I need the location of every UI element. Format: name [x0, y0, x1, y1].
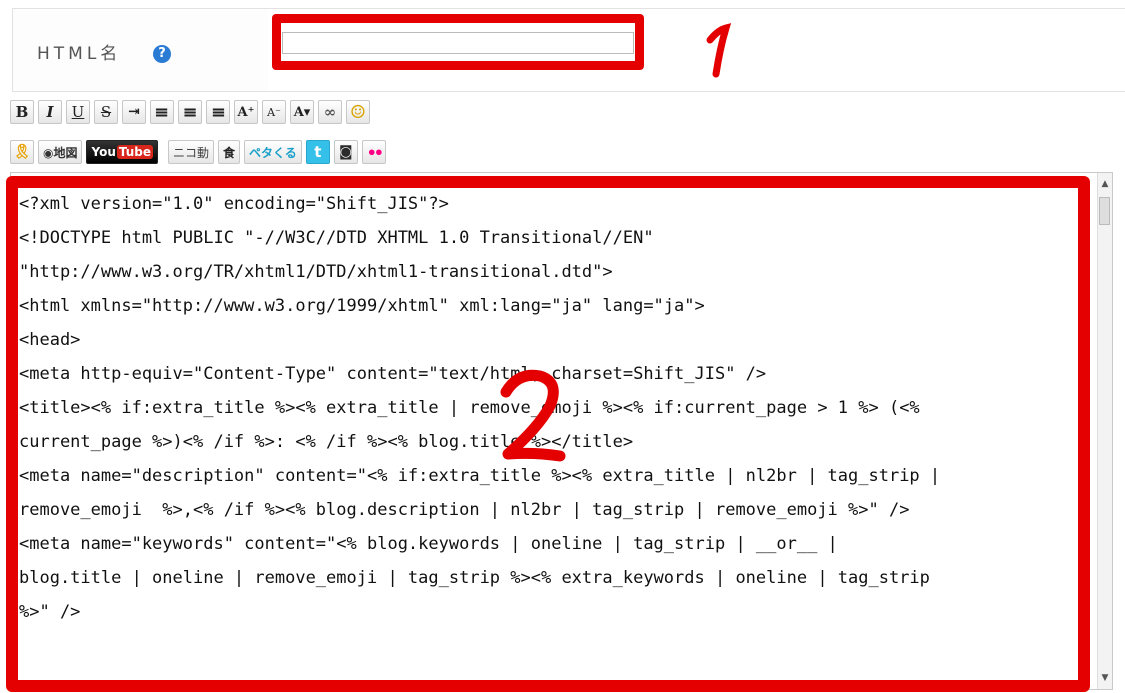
html-name-input[interactable] [282, 32, 634, 54]
align-left-button[interactable]: ≡ [150, 100, 174, 124]
scroll-up-arrow-icon[interactable]: ▲ [1098, 177, 1112, 191]
editor-toolbar-row-2: 🎗 ◉地図 You Tube ニコ動 食 ペタくる t ◙ •• [10, 140, 386, 166]
align-right-button[interactable]: ≡ [206, 100, 230, 124]
petakuru-button[interactable]: ペタくる [244, 140, 302, 164]
indent-button[interactable]: ⇥ [122, 100, 146, 124]
question-circle-icon[interactable]: ? [153, 45, 171, 63]
bold-button[interactable]: B [10, 100, 34, 124]
html-name-label: HTML名 [37, 44, 122, 64]
align-center-button[interactable]: ≡ [178, 100, 202, 124]
italic-button[interactable]: I [38, 100, 62, 124]
youtube-logo: You [91, 145, 116, 159]
niconico-button[interactable]: ニコ動 [168, 140, 215, 164]
emoji-button[interactable]: ☺ [346, 100, 370, 124]
map-button[interactable]: ◉地図 [38, 140, 83, 164]
strikethrough-button[interactable]: S [94, 100, 118, 124]
tumblr-button[interactable]: t [305, 140, 330, 164]
editor-scrollbar[interactable]: ▲ ▼ [1097, 173, 1112, 689]
youtube-tube: Tube [116, 145, 153, 159]
underline-button[interactable]: U [66, 100, 90, 124]
html-name-label-cell: HTML名 ? [12, 8, 268, 92]
youtube-button[interactable]: You Tube [86, 140, 158, 164]
instagram-button[interactable]: ◙ [333, 140, 358, 164]
font-color-button[interactable]: A▾ [290, 100, 314, 124]
html-code-editor[interactable]: <?xml version="1.0" encoding="Shift_JIS"… [10, 172, 1113, 690]
font-smaller-button[interactable]: A⁻ [262, 100, 286, 124]
flickr-button[interactable]: •• [361, 140, 386, 164]
editor-toolbar-row-1: B I U S ⇥ ≡ ≡ ≡ A⁺ A⁻ A▾ ∞ ☺ [10, 100, 370, 126]
scroll-down-arrow-icon[interactable]: ▼ [1098, 671, 1112, 685]
font-larger-button[interactable]: A⁺ [234, 100, 258, 124]
food-button[interactable]: 食 [218, 140, 241, 164]
link-button[interactable]: ∞ [318, 100, 342, 124]
editor-code[interactable]: <?xml version="1.0" encoding="Shift_JIS"… [11, 173, 1112, 629]
scrollbar-thumb[interactable] [1099, 197, 1110, 225]
ribbon-button[interactable]: 🎗 [10, 140, 34, 164]
